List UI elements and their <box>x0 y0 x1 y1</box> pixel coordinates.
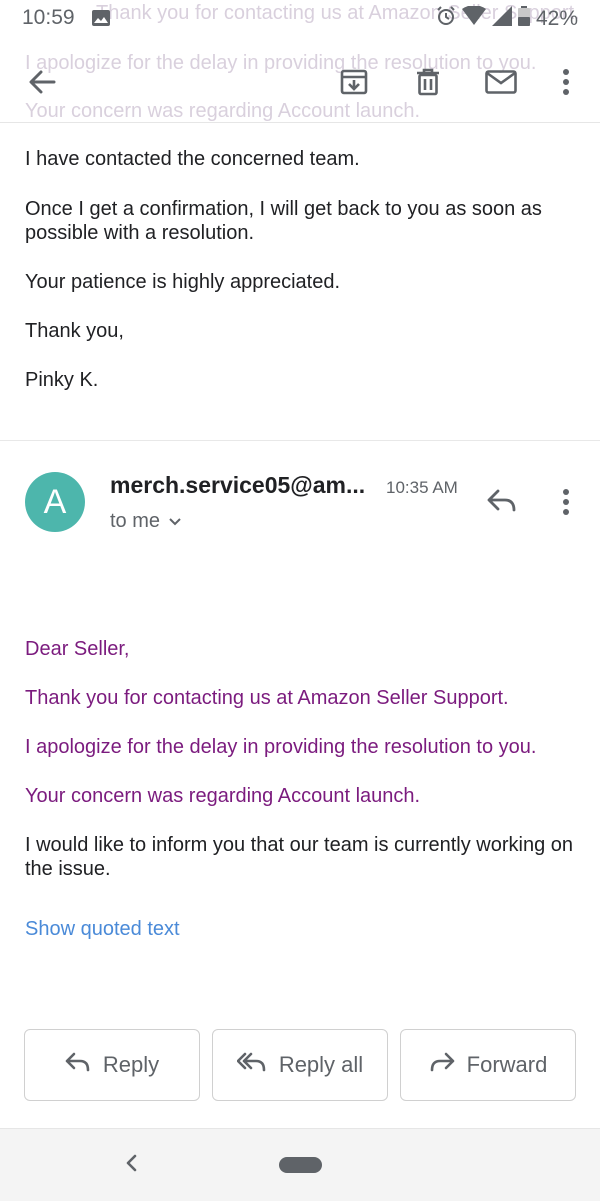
reply-all-button-label: Reply all <box>278 1052 364 1077</box>
chevron-down-icon <box>168 510 182 533</box>
forward-button[interactable]: Forward <box>400 1029 576 1101</box>
message-time: 10:35 AM <box>386 478 458 497</box>
reply-icon[interactable] <box>486 488 520 518</box>
status-time: 10:59 <box>22 6 75 29</box>
reply-all-icon <box>236 1052 267 1078</box>
reply-icon <box>65 1052 91 1078</box>
recipient-label: to me <box>110 510 161 532</box>
message-paragraph: Once I get a confirmation, I will get ba… <box>25 198 542 244</box>
recipient-toggle[interactable]: to me <box>110 510 182 533</box>
more-vertical-icon[interactable] <box>562 489 570 517</box>
system-nav-bar <box>0 1128 600 1201</box>
reply-all-button[interactable]: Reply all <box>212 1029 388 1101</box>
message-paragraph: Thank you, <box>25 320 124 342</box>
sender-name[interactable]: merch.service05@am... <box>110 472 365 499</box>
envelope-icon[interactable] <box>481 62 521 102</box>
message-paragraph: I apologize for the delay in providing t… <box>25 736 537 758</box>
message-divider <box>0 440 600 441</box>
trash-icon[interactable] <box>408 62 448 102</box>
show-quoted-text-link[interactable]: Show quoted text <box>25 918 180 941</box>
alarm-icon <box>436 6 456 32</box>
reply-button-label: Reply <box>102 1052 160 1077</box>
image-notification-icon <box>92 10 110 26</box>
battery-icon <box>517 6 530 32</box>
message-paragraph: I would like to inform you that our team… <box>25 834 574 880</box>
battery-percent: 42% <box>535 7 578 30</box>
arrow-left-icon[interactable] <box>22 62 62 102</box>
avatar[interactable]: A <box>25 472 85 532</box>
signal-icon <box>491 6 512 32</box>
more-vertical-icon[interactable] <box>546 62 586 102</box>
wifi-icon <box>461 5 486 32</box>
status-icons: 42% <box>436 5 578 32</box>
message-paragraph: Pinky K. <box>25 369 99 391</box>
forward-button-label: Forward <box>466 1052 548 1077</box>
nav-home-pill[interactable] <box>279 1157 322 1173</box>
message-greeting: Dear Seller, <box>25 638 130 660</box>
nav-back-icon[interactable] <box>120 1151 144 1175</box>
archive-icon[interactable] <box>334 62 374 102</box>
message-paragraph: Your patience is highly appreciated. <box>25 271 341 293</box>
message-paragraph: Thank you for contacting us at Amazon Se… <box>25 687 509 709</box>
app-bar <box>0 44 600 123</box>
message-paragraph: I have contacted the concerned team. <box>25 148 360 170</box>
message-paragraph: Your concern was regarding Account launc… <box>25 785 421 807</box>
forward-icon <box>429 1052 455 1078</box>
reply-button[interactable]: Reply <box>24 1029 200 1101</box>
